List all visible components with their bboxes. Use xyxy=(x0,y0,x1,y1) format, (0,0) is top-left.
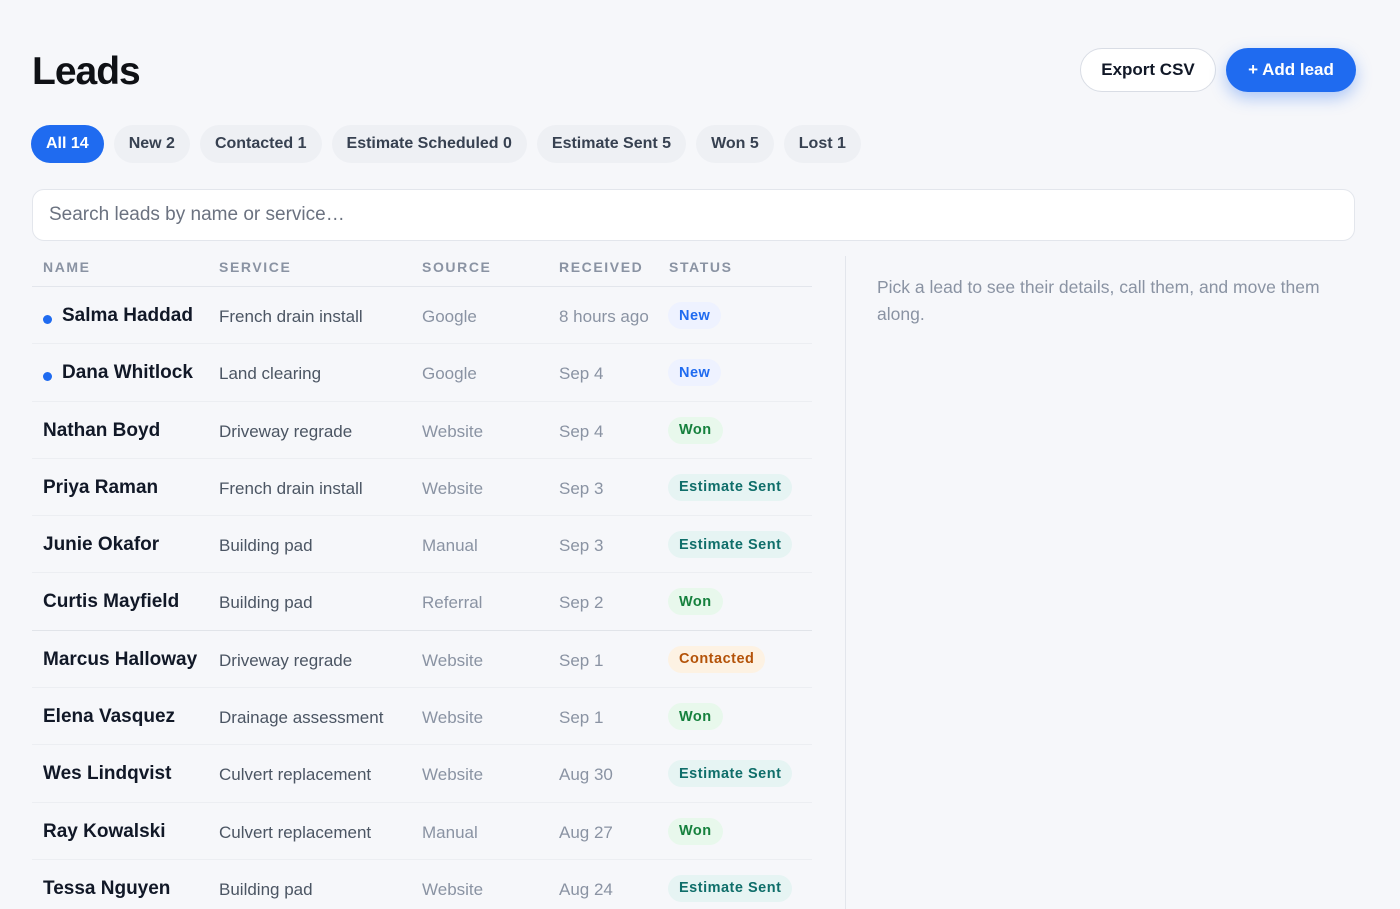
status-badge: Won xyxy=(668,703,723,731)
lead-service: Driveway regrade xyxy=(219,650,353,670)
lead-service: Drainage assessment xyxy=(219,708,384,728)
status-badge: Estimate Sent xyxy=(668,473,793,501)
search-input[interactable] xyxy=(32,189,1355,241)
unread-dot-icon xyxy=(43,372,52,382)
status-filter-tabs: All 14 New 2 Contacted 1 Estimate Scheduled… xyxy=(31,125,861,163)
status-badge: Contacted xyxy=(668,645,766,673)
lead-service: French drain install xyxy=(219,307,363,326)
lead-source: Referral xyxy=(422,593,483,613)
status-badge: New xyxy=(668,359,722,387)
lead-service: Culvert replacement xyxy=(219,822,372,842)
status-badge: Won xyxy=(668,588,723,616)
table-row[interactable]: Wes Lindqvist Culvert replacement Website A… xyxy=(32,745,812,803)
lead-service: French drain install xyxy=(219,478,363,498)
tab-won[interactable]: Won 5 xyxy=(696,125,774,163)
table-row[interactable]: Tessa Nguyen Building pad Website Aug 24 Est… xyxy=(32,860,812,909)
lead-received: Aug 30 xyxy=(559,765,613,785)
column-header-name[interactable]: NAME xyxy=(43,259,91,275)
lead-source: Manual xyxy=(422,536,478,556)
unread-dot-icon xyxy=(43,315,52,324)
status-badge: New xyxy=(668,302,722,329)
lead-received: Sep 2 xyxy=(559,593,604,613)
lead-source: Website xyxy=(422,765,484,785)
lead-name: Dana Whitlock xyxy=(62,362,193,384)
lead-received: Sep 4 xyxy=(559,421,604,441)
table-row[interactable]: Junie Okafor Building pad Manual Sep 3 Estim… xyxy=(32,516,812,574)
table-row[interactable]: Elena Vasquez Drainage assessment Website S… xyxy=(32,688,812,746)
table-row[interactable]: Salma Haddad French drain install Google 8 … xyxy=(32,287,812,345)
tab-lost[interactable]: Lost 1 xyxy=(783,125,861,163)
lead-received: 8 hours ago xyxy=(559,307,649,326)
lead-service: Land clearing xyxy=(219,364,322,384)
lead-name: Elena Vasquez xyxy=(43,706,176,728)
detail-empty-hint: Pick a lead to see their details, call t… xyxy=(877,277,1320,324)
lead-service: Building pad xyxy=(219,536,313,556)
lead-source: Website xyxy=(422,478,484,498)
tab-estimate-sent[interactable]: Estimate Sent 5 xyxy=(536,125,687,163)
lead-name: Marcus Halloway xyxy=(43,648,198,670)
lead-name: Wes Lindqvist xyxy=(43,763,172,785)
lead-received: Aug 24 xyxy=(559,879,613,899)
lead-source: Google xyxy=(422,307,477,326)
lead-received: Sep 1 xyxy=(559,650,604,670)
tab-contacted[interactable]: Contacted 1 xyxy=(199,125,322,163)
tab-all[interactable]: All 14 xyxy=(31,125,104,163)
page-title: Leads xyxy=(32,50,141,93)
table-row[interactable]: Ray Kowalski Culvert replacement Manual Aug… xyxy=(32,803,812,860)
status-badge: Estimate Sent xyxy=(668,531,793,559)
lead-name: Priya Raman xyxy=(43,476,159,498)
status-badge: Won xyxy=(668,817,723,845)
lead-source: Website xyxy=(422,650,484,670)
lead-source: Google xyxy=(422,364,477,384)
export-csv-button[interactable]: Export CSV xyxy=(1080,48,1216,92)
lead-received: Aug 27 xyxy=(559,822,613,842)
table-row[interactable]: Marcus Halloway Driveway regrade Website Se… xyxy=(32,631,812,689)
table-row[interactable]: Curtis Mayfield Building pad Referral Sep 2… xyxy=(32,573,812,631)
panel-divider xyxy=(845,256,846,909)
lead-name: Curtis Mayfield xyxy=(43,591,180,613)
lead-received: Sep 3 xyxy=(559,536,604,556)
status-badge: Won xyxy=(668,416,723,444)
tab-estimate-scheduled[interactable]: Estimate Scheduled 0 xyxy=(331,125,527,163)
table-row[interactable]: Priya Raman French drain install Website Se… xyxy=(32,459,812,517)
lead-source: Website xyxy=(422,421,484,441)
lead-service: Culvert replacement xyxy=(219,765,372,785)
table-row[interactable]: Nathan Boyd Driveway regrade Website Sep 4 W… xyxy=(32,402,812,459)
status-badge: Estimate Sent xyxy=(668,874,793,902)
lead-service: Driveway regrade xyxy=(219,421,353,441)
add-lead-button[interactable]: + Add lead xyxy=(1226,48,1356,92)
lead-name: Junie Okafor xyxy=(43,534,160,556)
lead-service: Building pad xyxy=(219,879,313,899)
lead-name: Salma Haddad xyxy=(62,305,193,326)
tab-new[interactable]: New 2 xyxy=(113,125,190,163)
lead-service: Building pad xyxy=(219,593,313,613)
table-body: Salma Haddad French drain install Google 8 … xyxy=(32,287,812,909)
lead-received: Sep 3 xyxy=(559,478,604,498)
column-header-service[interactable]: SERVICE xyxy=(219,259,291,275)
page-header: Leads Export CSV + Add lead xyxy=(32,44,1356,96)
lead-name: Nathan Boyd xyxy=(43,419,161,441)
column-header-status[interactable]: STATUS xyxy=(669,259,733,275)
column-header-received[interactable]: RECEIVED xyxy=(559,259,643,275)
lead-received: Sep 1 xyxy=(559,708,604,728)
table-header: NAME SERVICE SOURCE RECEIVED STATUS xyxy=(32,248,812,287)
lead-source: Website xyxy=(422,708,484,728)
leads-table: NAME SERVICE SOURCE RECEIVED STATUS Salm… xyxy=(32,248,812,909)
status-badge: Estimate Sent xyxy=(668,760,793,788)
lead-received: Sep 4 xyxy=(559,364,604,384)
lead-name: Ray Kowalski xyxy=(43,820,166,842)
lead-source: Manual xyxy=(422,822,478,842)
column-header-source[interactable]: SOURCE xyxy=(422,259,492,275)
lead-name: Tessa Nguyen xyxy=(43,877,171,899)
lead-source: Website xyxy=(422,879,484,899)
table-row[interactable]: Dana Whitlock Land clearing Google Sep 4 New xyxy=(32,344,812,402)
